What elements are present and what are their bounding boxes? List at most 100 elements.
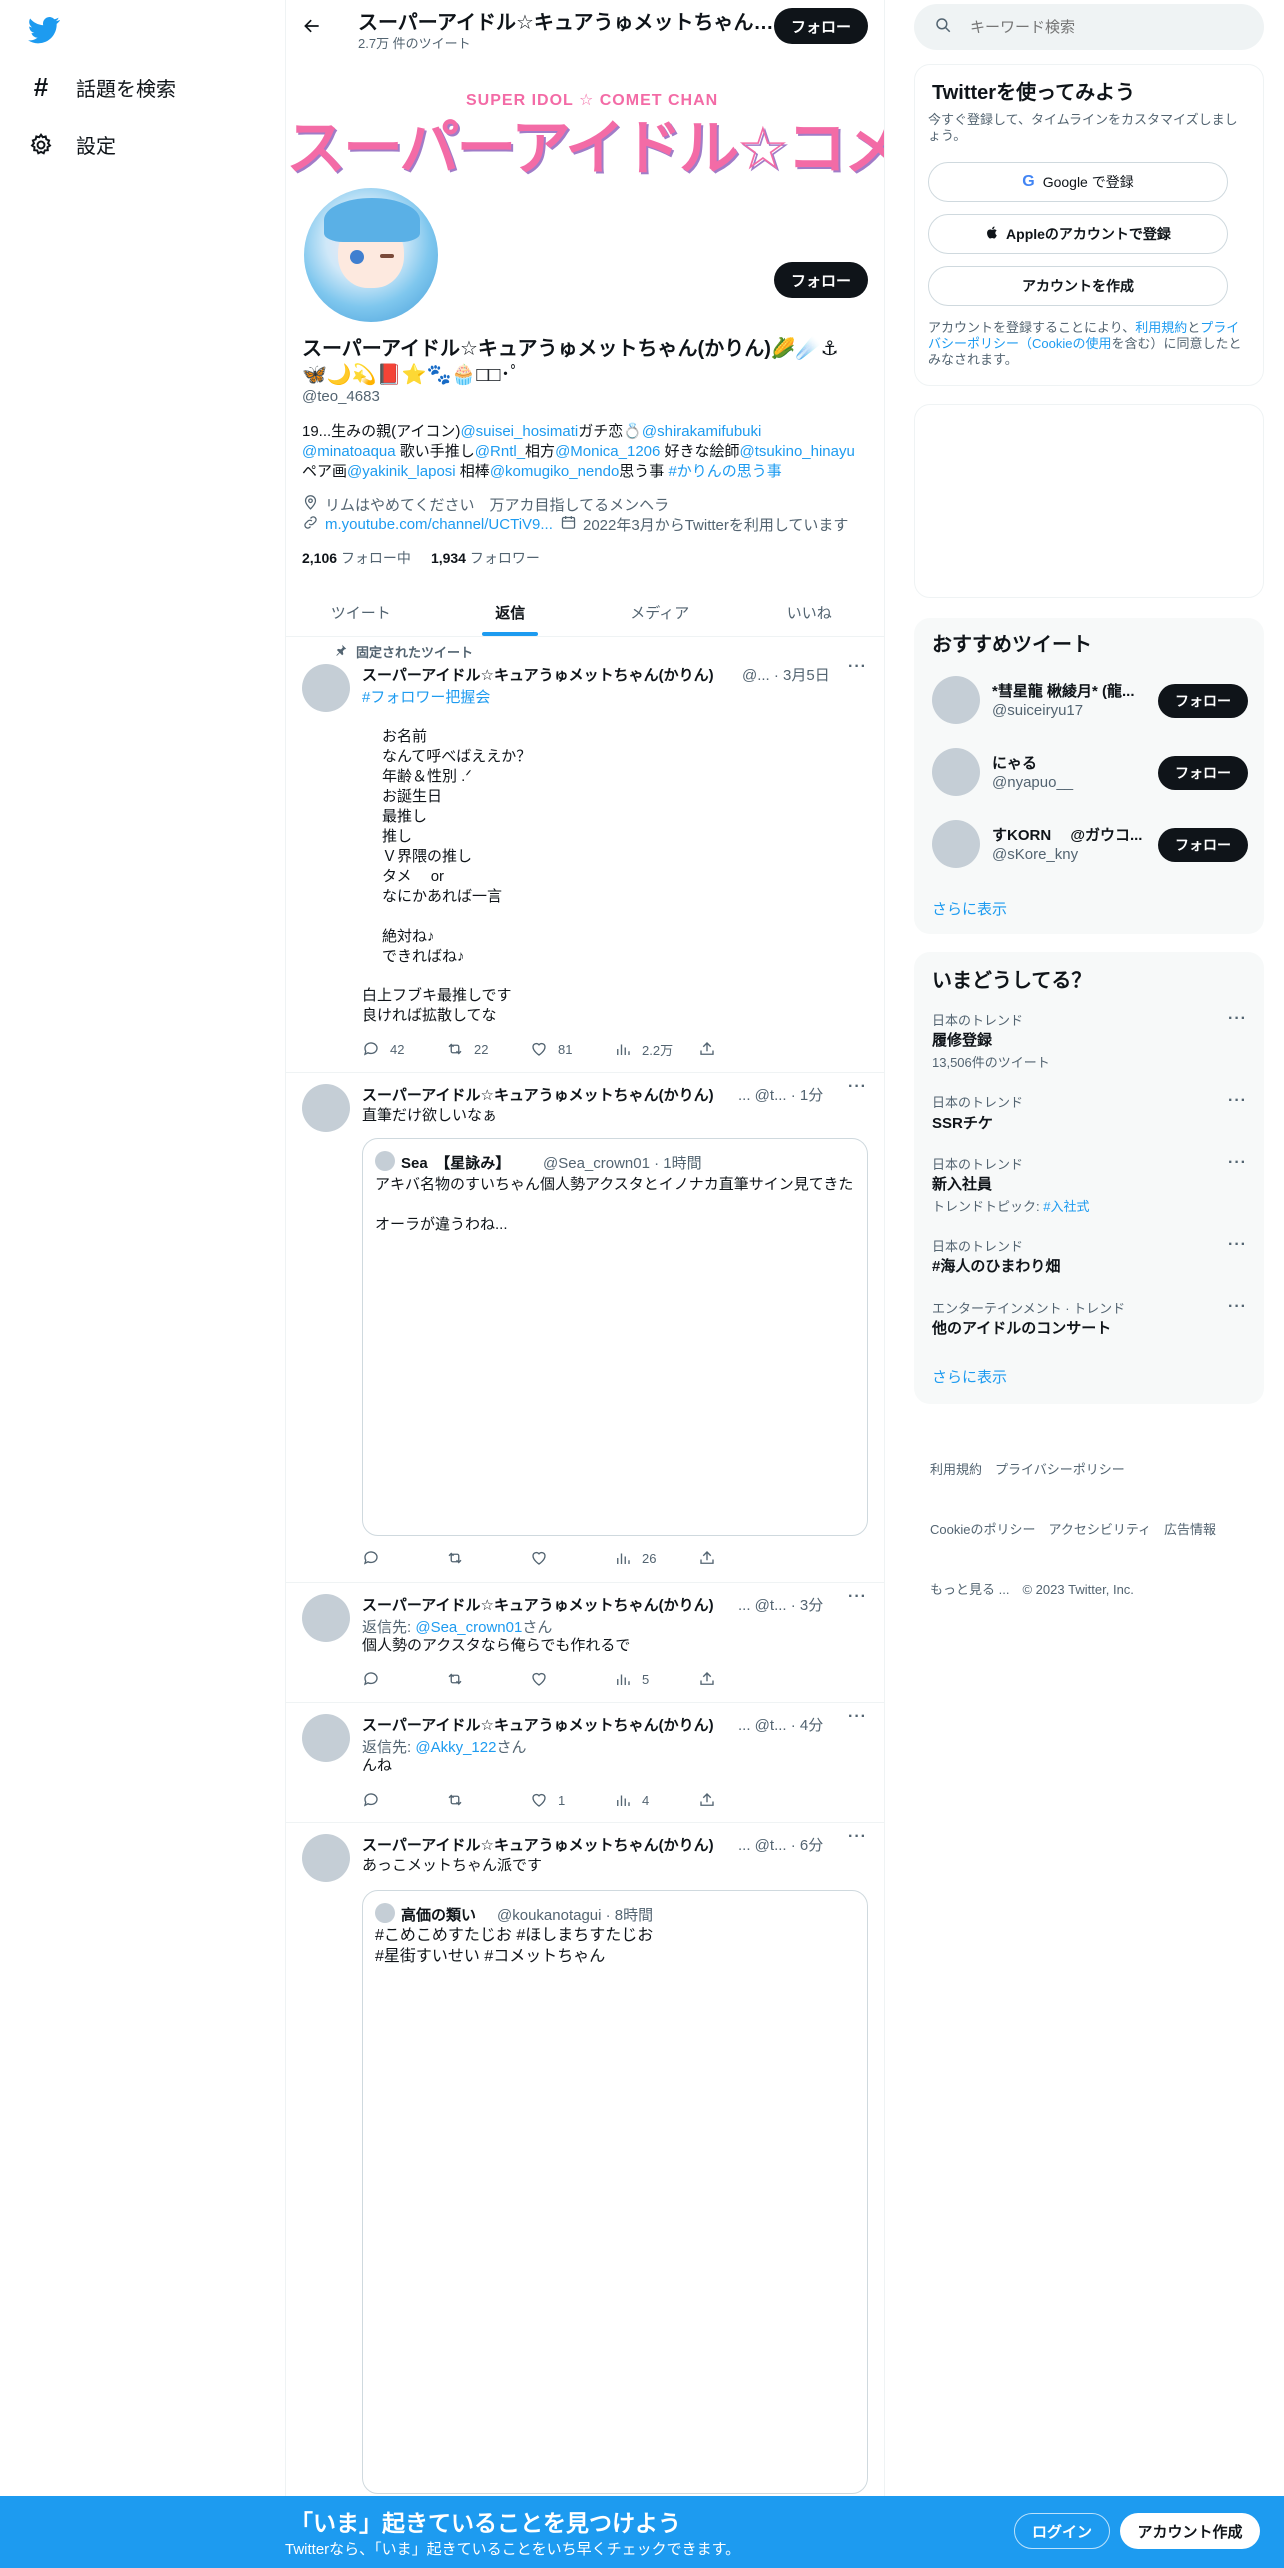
nav-explore[interactable]: # 話題を検索 [28, 72, 176, 103]
bio-link[interactable]: #かりんの思う事 [668, 463, 781, 480]
profile-link[interactable]: m.youtube.com/channel/UCTiV9... [302, 514, 553, 535]
rec-user-name[interactable]: にゃる [992, 752, 1142, 773]
retweet-button[interactable] [446, 1791, 530, 1809]
tweet-avatar[interactable] [302, 1594, 350, 1642]
trends-show-more[interactable]: さらに表示 [932, 1366, 1007, 1387]
bio-link[interactable]: @komugiko_nendo [490, 463, 619, 480]
tweet-avatar[interactable] [302, 1714, 350, 1762]
bio-link[interactable]: @tsukino_hinayu [740, 443, 855, 460]
google-signup-button[interactable]: G Google で登録 [928, 162, 1228, 202]
trend-name[interactable]: #海人のひまわり畑 [932, 1255, 1060, 1276]
tweet-meta[interactable]: ... @t... · 1分 [738, 1084, 823, 1105]
bio-link[interactable]: @Rntl_ [475, 443, 525, 460]
rec-user-name[interactable]: *彗星龍 楸綾月* (龍... [992, 680, 1142, 701]
tweet-author[interactable]: スーパーアイドル☆キュアうゅメットちゃん(かりん) [362, 1714, 730, 1735]
share-button[interactable] [698, 1670, 782, 1688]
share-button[interactable] [698, 1040, 782, 1058]
tab-replies[interactable]: 返信 [436, 588, 586, 636]
trend-name[interactable]: SSRチケ [932, 1112, 993, 1133]
trend-name[interactable]: 履修登録 [932, 1029, 992, 1050]
tweet-avatar[interactable] [302, 664, 350, 712]
footer-line-2[interactable]: Cookieのポリシー アクセシビリティ 広告情報 [930, 1520, 1216, 1540]
views-button[interactable]: 5 [614, 1670, 698, 1688]
quoted-tweet[interactable]: 高価の類い @koukanotagui · 8時間 #こめこめすたじお #ほしま… [362, 1890, 868, 2494]
bio-link[interactable]: @Monica_1206 [555, 443, 660, 460]
tweet-meta[interactable]: @... · 3月5日 [742, 664, 830, 685]
like-button[interactable]: 81 [530, 1040, 614, 1058]
reply-to-link[interactable]: @Akky_122 [415, 1739, 496, 1756]
reply-button[interactable] [362, 1791, 446, 1809]
reply-button[interactable]: 42 [362, 1040, 446, 1058]
more-icon[interactable]: ··· [848, 1708, 867, 1726]
search-box[interactable] [914, 4, 1264, 50]
footer-line-3[interactable]: もっと見る ... © 2023 Twitter, Inc. [930, 1580, 1216, 1600]
tweet-avatar[interactable] [302, 1084, 350, 1132]
followers-stat[interactable]: 1,934 フォロワー [431, 548, 540, 568]
rec-follow-button[interactable]: フォロー [1158, 828, 1248, 862]
terms-link[interactable]: 利用規約 [1135, 320, 1187, 335]
more-icon[interactable]: ··· [848, 1588, 867, 1606]
profile-avatar[interactable] [300, 184, 442, 326]
recommended-show-more[interactable]: さらに表示 [932, 898, 1007, 919]
trend-name[interactable]: 新入社員 [932, 1173, 992, 1194]
login-button[interactable]: ログイン [1014, 2513, 1110, 2549]
following-stat[interactable]: 2,106 フォロー中 [302, 548, 411, 568]
tab-likes[interactable]: いいね [735, 588, 885, 636]
more-icon[interactable]: ··· [1228, 1236, 1247, 1254]
user-avatar[interactable] [932, 676, 980, 724]
reply-to-link[interactable]: @Sea_crown01 [415, 1619, 522, 1636]
more-icon[interactable]: ··· [1228, 1010, 1247, 1028]
tweet-meta[interactable]: ... @t... · 3分 [738, 1594, 823, 1615]
share-button[interactable] [698, 1791, 782, 1809]
bio-link[interactable]: @suisei_hosimati [460, 423, 578, 440]
more-icon[interactable]: ··· [1228, 1154, 1247, 1172]
retweet-button[interactable] [446, 1549, 530, 1567]
more-icon[interactable]: ··· [848, 658, 867, 676]
more-icon[interactable]: ··· [1228, 1092, 1247, 1110]
quoted-tweet[interactable]: Sea 【星詠み】 @Sea_crown01 · 1時間 アキバ名物のすいちゃん… [362, 1138, 868, 1536]
trend-name[interactable]: 他のアイドルのコンサート [932, 1317, 1111, 1338]
apple-signup-button[interactable]: Appleのアカウントで登録 [928, 214, 1228, 254]
profile-link-text[interactable]: m.youtube.com/channel/UCTiV9... [325, 516, 553, 533]
views-button[interactable]: 4 [614, 1791, 698, 1809]
create-account-button[interactable]: アカウントを作成 [928, 266, 1228, 306]
share-button[interactable] [698, 1549, 782, 1567]
rec-follow-button[interactable]: フォロー [1158, 756, 1248, 790]
bio-link[interactable]: @yakinik_laposi [347, 463, 456, 480]
reply-button[interactable] [362, 1670, 446, 1688]
header-follow-button[interactable]: フォロー [774, 8, 868, 44]
tab-media[interactable]: メディア [585, 588, 735, 636]
retweet-button[interactable] [446, 1670, 530, 1688]
like-button[interactable]: 1 [530, 1791, 614, 1809]
more-icon[interactable]: ··· [848, 1078, 867, 1096]
bio-link[interactable]: @shirakamifubuki [642, 423, 761, 440]
tweet-author[interactable]: スーパーアイドル☆キュアうゅメットちゃん(かりん) [362, 664, 730, 685]
tweet-author[interactable]: スーパーアイドル☆キュアうゅメットちゃん(かりん) [362, 1834, 730, 1855]
rec-user-name[interactable]: すKORN @ガウコ... [992, 824, 1142, 845]
user-avatar[interactable] [932, 748, 980, 796]
tweet-avatar[interactable] [302, 1834, 350, 1882]
search-input[interactable] [970, 18, 1220, 36]
footer-line-1[interactable]: 利用規約 プライバシーポリシー [930, 1460, 1216, 1480]
user-avatar[interactable] [932, 820, 980, 868]
views-button[interactable]: 26 [614, 1549, 698, 1567]
twitter-logo-icon[interactable] [28, 14, 60, 46]
tweet-meta[interactable]: ... @t... · 4分 [738, 1714, 823, 1735]
retweet-button[interactable]: 22 [446, 1040, 530, 1058]
more-icon[interactable]: ··· [848, 1828, 867, 1846]
profile-follow-button[interactable]: フォロー [774, 262, 868, 298]
reply-button[interactable] [362, 1549, 446, 1567]
like-button[interactable] [530, 1670, 614, 1688]
signup-button[interactable]: アカウント作成 [1120, 2513, 1260, 2549]
trend-topic-link[interactable]: #入社式 [1043, 1199, 1089, 1214]
nav-settings[interactable]: 設定 [28, 130, 116, 159]
more-icon[interactable]: ··· [1228, 1298, 1247, 1316]
bio-link[interactable]: @minatoaqua [302, 443, 396, 460]
views-button[interactable]: 2.2万 [614, 1040, 698, 1059]
like-button[interactable] [530, 1549, 614, 1567]
back-arrow-icon[interactable] [302, 16, 322, 42]
tweet-hashtag[interactable]: #フォロワー把握会 [362, 686, 490, 707]
tweet-author[interactable]: スーパーアイドル☆キュアうゅメットちゃん(かりん) [362, 1594, 730, 1615]
tab-tweets[interactable]: ツイート [286, 588, 436, 636]
tweet-meta[interactable]: ... @t... · 6分 [738, 1834, 823, 1855]
